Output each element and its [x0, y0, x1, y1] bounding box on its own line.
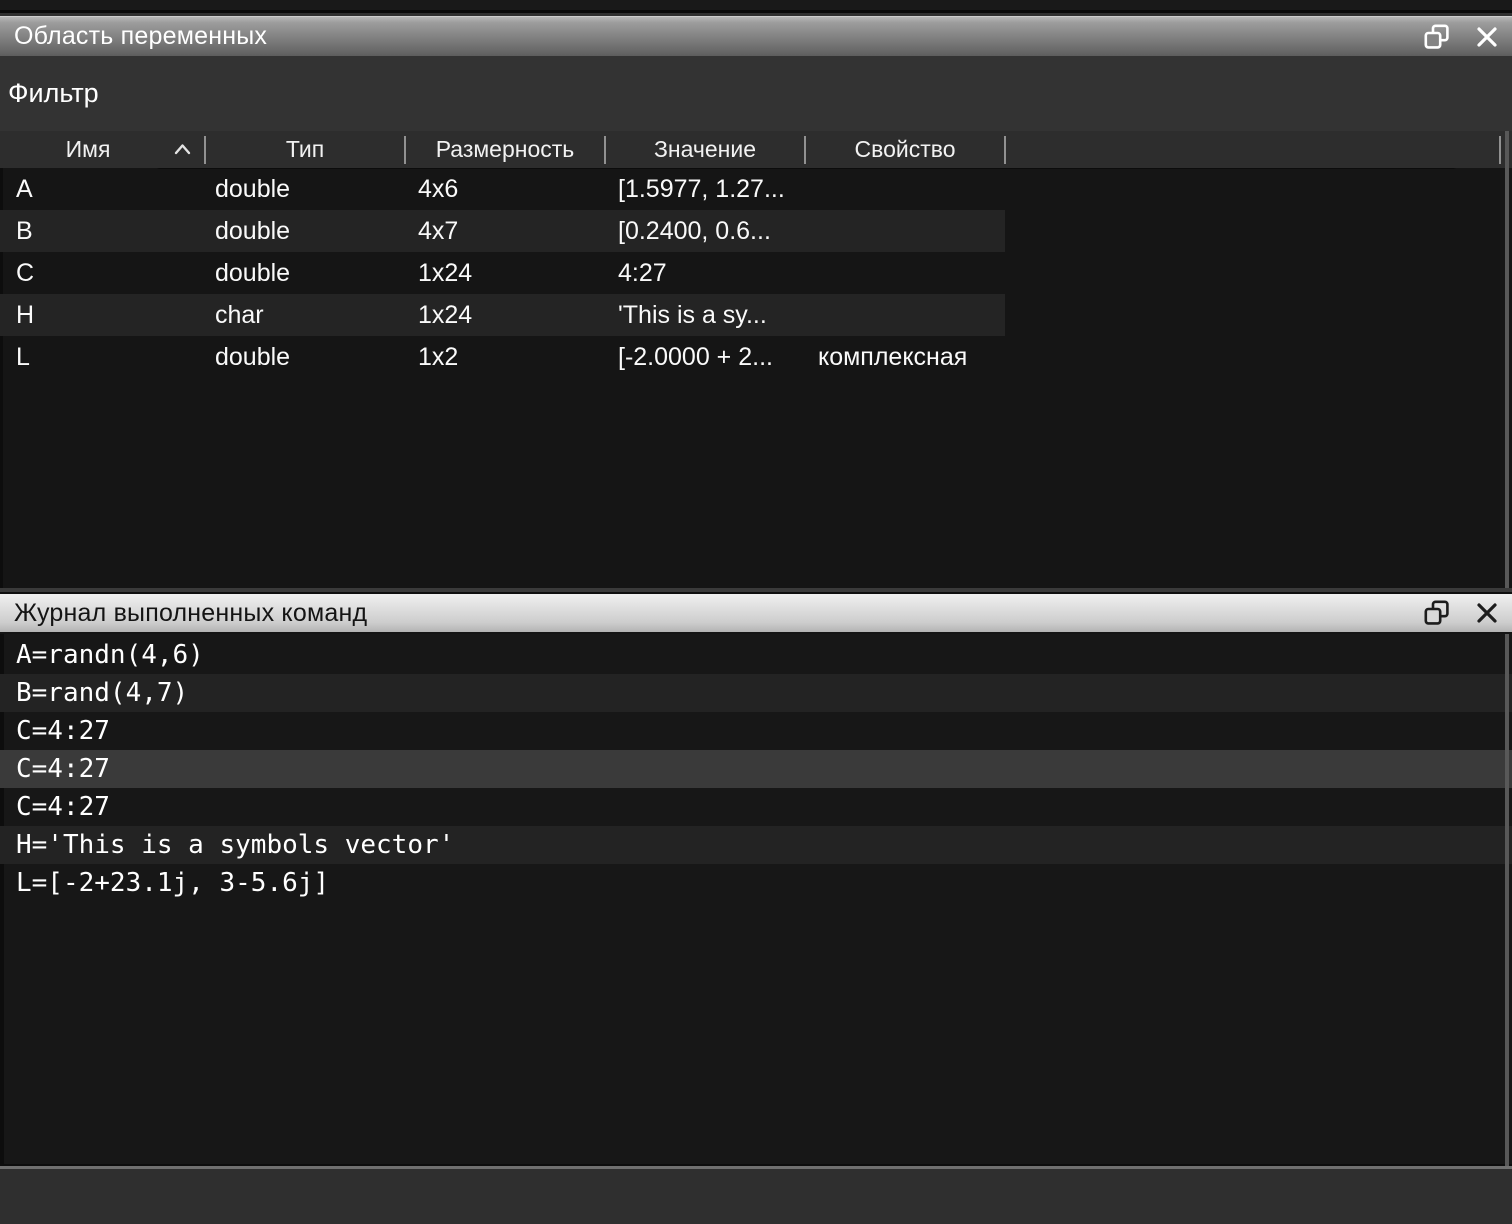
- cell-name: A: [16, 168, 33, 210]
- float-window-icon[interactable]: [1424, 24, 1450, 50]
- sort-ascending-icon[interactable]: [170, 137, 194, 161]
- command-history-list: A=randn(4,6) B=rand(4,7) C=4:27 C=4:27 C…: [0, 634, 1512, 1166]
- window-right-edge: [1505, 634, 1509, 1166]
- cell-dims: 1x2: [418, 336, 458, 378]
- column-header-value[interactable]: Значение: [605, 131, 805, 168]
- table-row-H[interactable]: H char 1x24 'This is a sy...: [0, 294, 1512, 336]
- row-background: [0, 252, 1005, 294]
- cell-type: double: [215, 210, 290, 252]
- history-panel-titlebar[interactable]: Журнал выполненных команд: [0, 592, 1512, 634]
- cell-dims: 1x24: [418, 294, 472, 336]
- column-header-type[interactable]: Тип: [205, 131, 405, 168]
- table-row-L[interactable]: L double 1x2 [-2.0000 + 2... комплексная: [0, 336, 1512, 378]
- column-header-prop[interactable]: Свойство: [805, 131, 1005, 168]
- column-header-dims[interactable]: Размерность: [405, 131, 605, 168]
- history-item[interactable]: B=rand(4,7): [0, 674, 1512, 712]
- filter-label: Фильтр: [8, 56, 99, 131]
- variables-panel-title: Область переменных: [14, 22, 267, 51]
- row-background: [0, 294, 1005, 336]
- cell-type: double: [215, 168, 290, 210]
- history-item-selected[interactable]: C=4:27: [0, 750, 1512, 788]
- cell-name: L: [16, 336, 30, 378]
- column-separator[interactable]: [804, 136, 806, 164]
- cell-type: double: [215, 252, 290, 294]
- history-panel-title: Журнал выполненных команд: [14, 599, 367, 628]
- table-row-B[interactable]: B double 4x7 [0.2400, 0.6...: [0, 210, 1512, 252]
- cell-name: H: [16, 294, 34, 336]
- filter-row: Фильтр: [0, 56, 1512, 131]
- variables-table: A double 4x6 [1.5977, 1.27... B double 4…: [0, 168, 1512, 588]
- float-window-icon[interactable]: [1424, 600, 1450, 626]
- history-titlebar-buttons: [1424, 594, 1500, 632]
- table-row-C[interactable]: C double 1x24 4:27: [0, 252, 1512, 294]
- history-item[interactable]: H='This is a symbols vector': [0, 826, 1512, 864]
- column-separator[interactable]: [404, 136, 406, 164]
- column-header-dims-label: Размерность: [436, 136, 575, 163]
- cell-dims: 4x7: [418, 210, 458, 252]
- cell-type: char: [215, 294, 264, 336]
- cell-name: C: [16, 252, 34, 294]
- history-item[interactable]: L=[-2+23.1j, 3-5.6j]: [0, 864, 1512, 902]
- column-separator[interactable]: [204, 136, 206, 164]
- history-item[interactable]: A=randn(4,6): [0, 636, 1512, 674]
- column-header-type-label: Тип: [286, 136, 324, 163]
- column-header-prop-label: Свойство: [855, 136, 956, 163]
- cell-type: double: [215, 336, 290, 378]
- cell-value: 4:27: [618, 252, 667, 294]
- table-row-A[interactable]: A double 4x6 [1.5977, 1.27...: [0, 168, 1512, 210]
- cell-value: [1.5977, 1.27...: [618, 168, 785, 210]
- variables-panel-titlebar[interactable]: Область переменных: [0, 16, 1512, 56]
- cell-value: [-2.0000 + 2...: [618, 336, 773, 378]
- cell-value: [0.2400, 0.6...: [618, 210, 771, 252]
- window-right-edge: [1505, 131, 1509, 588]
- close-icon[interactable]: [1474, 600, 1500, 626]
- cell-dims: 1x24: [418, 252, 472, 294]
- cell-prop: комплексная: [818, 336, 967, 378]
- panel-bottom-divider: [0, 1166, 1512, 1169]
- column-separator[interactable]: [604, 136, 606, 164]
- cell-value: 'This is a sy...: [618, 294, 767, 336]
- column-separator[interactable]: [1004, 136, 1006, 164]
- variables-table-header: Имя Тип Размерность Значение Свойство: [0, 131, 1512, 168]
- close-icon[interactable]: [1474, 24, 1500, 50]
- column-header-name[interactable]: Имя: [0, 131, 176, 168]
- row-background: [0, 168, 1005, 210]
- column-header-value-label: Значение: [654, 136, 756, 163]
- history-item[interactable]: C=4:27: [0, 712, 1512, 750]
- cell-name: B: [16, 210, 33, 252]
- column-header-name-label: Имя: [66, 136, 111, 163]
- variables-titlebar-buttons: [1424, 17, 1500, 56]
- cell-dims: 4x6: [418, 168, 458, 210]
- row-background: [0, 210, 1005, 252]
- history-item[interactable]: C=4:27: [0, 788, 1512, 826]
- upper-panel-remnant: [0, 0, 1512, 13]
- column-separator[interactable]: [1499, 136, 1501, 164]
